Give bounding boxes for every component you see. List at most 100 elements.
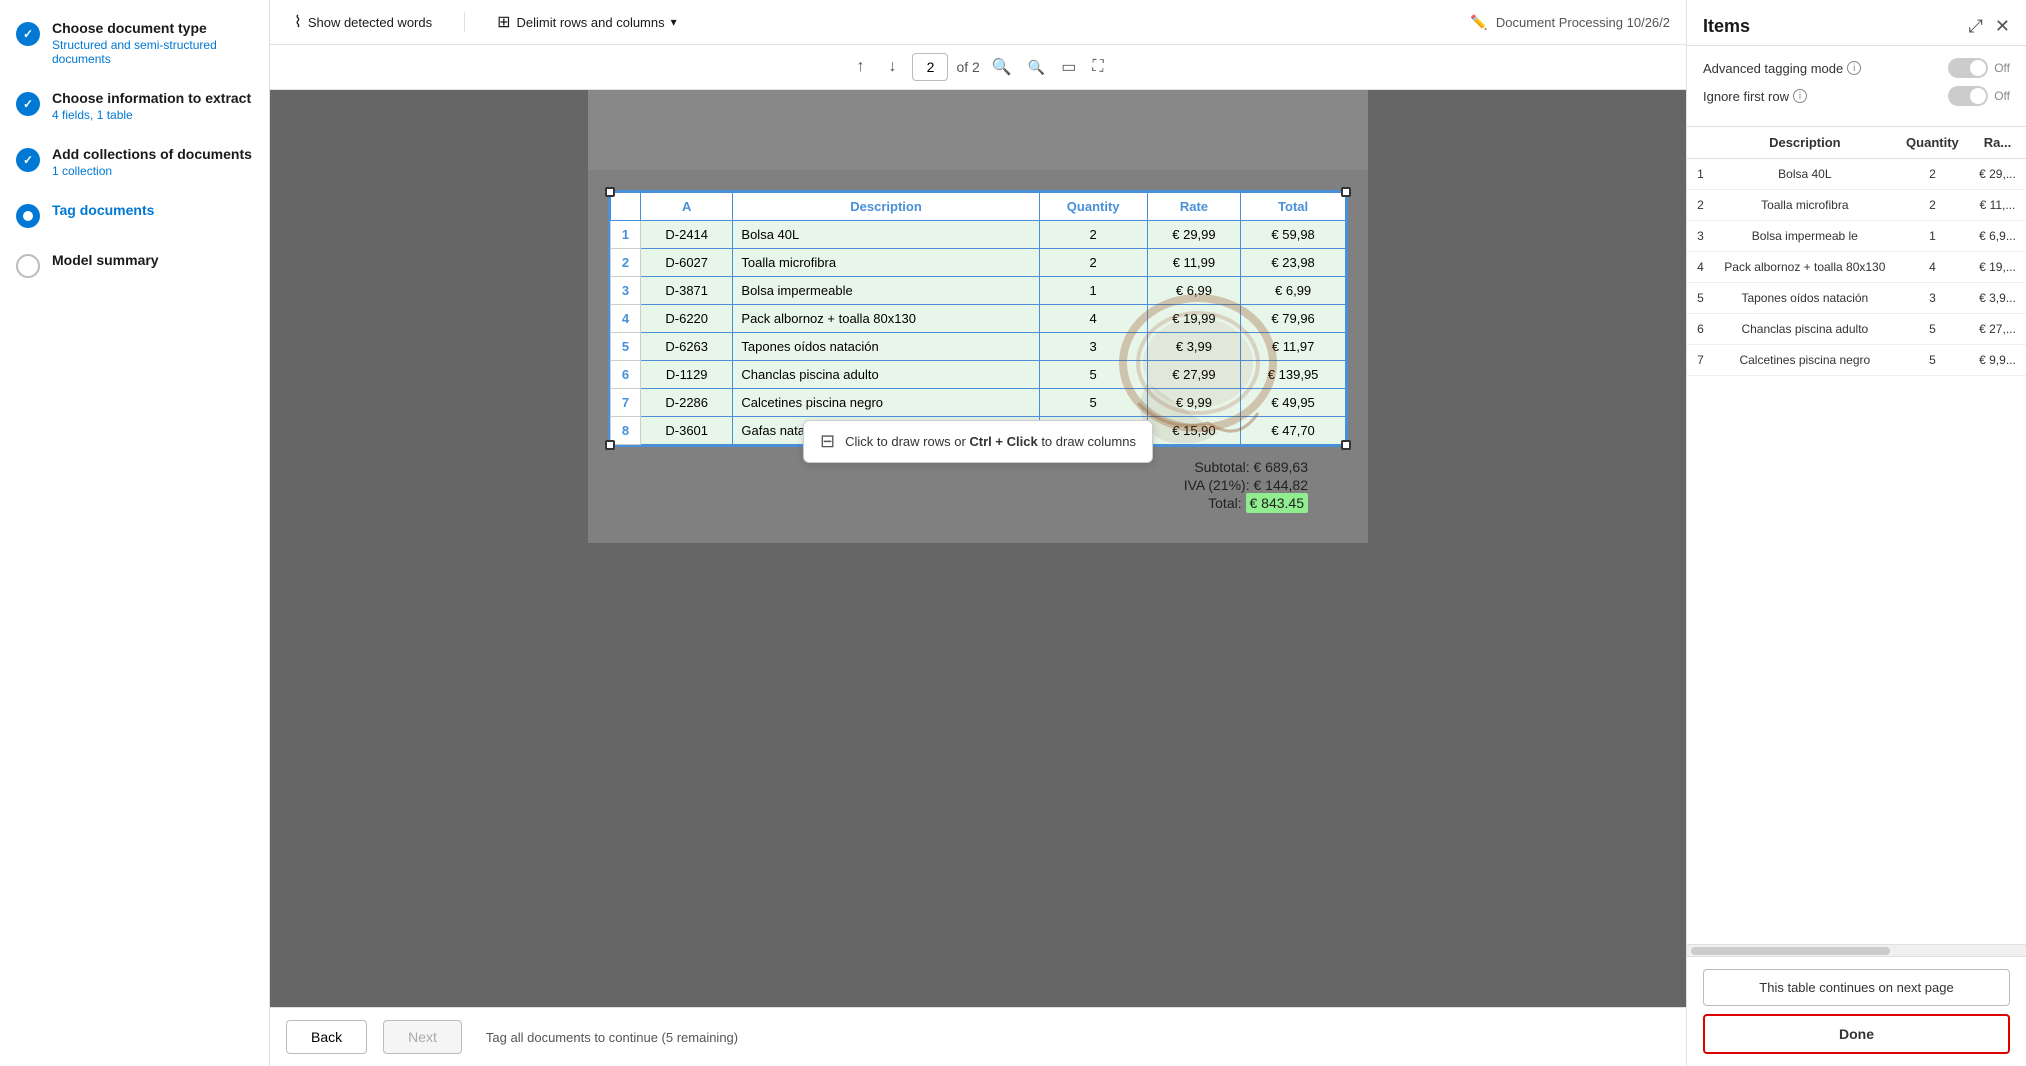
step-1-content: Choose document type Structured and semi…	[52, 20, 253, 66]
table-continues-button[interactable]: This table continues on next page	[1703, 969, 2010, 1006]
cell-total: € 47,70	[1241, 417, 1346, 445]
sidebar-step-2: ✓ Choose information to extract 4 fields…	[16, 90, 253, 122]
item-rate: € 9,9...	[1969, 345, 2026, 376]
toolbar-separator	[464, 12, 465, 32]
bottom-bar: Back Next Tag all documents to continue …	[270, 1007, 1686, 1066]
bottom-info-text: Tag all documents to continue (5 remaini…	[486, 1030, 738, 1045]
cell-qty: 3	[1039, 333, 1147, 361]
zoom-out-button[interactable]: 🔍	[988, 53, 1016, 81]
cell-desc: Pack albornoz + toalla 80x130	[733, 305, 1039, 333]
items-table: Description Quantity Ra... 1 Bolsa 40L 2…	[1687, 127, 2026, 376]
ignore-first-row-value: Off	[1994, 89, 2010, 103]
back-button[interactable]: Back	[286, 1020, 367, 1054]
row-num-cell: 5	[611, 333, 641, 361]
items-table-scrollbar[interactable]	[1687, 944, 2026, 956]
show-words-label: Show detected words	[308, 15, 432, 30]
ignore-first-row-info-icon[interactable]: i	[1793, 89, 1807, 103]
cell-qty: 2	[1039, 221, 1147, 249]
sidebar-step-5: Model summary	[16, 252, 253, 278]
tax-value: € 144,82	[1254, 477, 1309, 493]
zoom-in-button[interactable]: 🔍	[1024, 55, 1049, 80]
sidebar-step-4: Tag documents	[16, 202, 253, 228]
ignore-first-row-toggle[interactable]	[1948, 86, 1988, 106]
cell-desc: Toalla microfibra	[733, 249, 1039, 277]
item-rate: € 11,...	[1969, 190, 2026, 221]
cell-a: D-2286	[641, 389, 733, 417]
col-description: Description	[733, 193, 1039, 221]
list-item: 7 Calcetines piscina negro 5 € 9,9...	[1687, 345, 2026, 376]
advanced-tagging-info-icon[interactable]: i	[1847, 61, 1861, 75]
item-desc: Toalla microfibra	[1714, 190, 1896, 221]
document-area[interactable]: A Description Quantity Rate Total 1 D-24…	[270, 90, 1686, 1007]
resize-handle-tl[interactable]	[605, 187, 615, 197]
cell-total: € 59,98	[1241, 221, 1346, 249]
item-rate: € 29,...	[1969, 159, 2026, 190]
fullscreen-button[interactable]: ⛶	[1088, 54, 1107, 80]
items-table-container[interactable]: Description Quantity Ra... 1 Bolsa 40L 2…	[1687, 127, 2026, 944]
row-num-cell: 2	[611, 249, 641, 277]
cell-rate: € 6,99	[1147, 277, 1241, 305]
tax-label: IVA (21%):	[1184, 477, 1250, 493]
fit-page-button[interactable]: ▭	[1057, 53, 1080, 81]
cell-a: D-6220	[641, 305, 733, 333]
resize-handle-br[interactable]	[1341, 440, 1351, 450]
resize-handle-bl[interactable]	[605, 440, 615, 450]
next-button: Next	[383, 1020, 462, 1054]
step-2-subtitle: 4 fields, 1 table	[52, 108, 251, 122]
delimit-button[interactable]: ⊞ Delimit rows and columns ▾	[489, 8, 685, 36]
cell-total: € 11,97	[1241, 333, 1346, 361]
doc-table-wrapper[interactable]: A Description Quantity Rate Total 1 D-24…	[608, 190, 1348, 447]
col-row-num	[611, 193, 641, 221]
resize-handle-tr[interactable]	[1341, 187, 1351, 197]
item-qty: 2	[1896, 159, 1969, 190]
cell-desc: Bolsa 40L	[733, 221, 1039, 249]
show-words-button[interactable]: ⌇ Show detected words	[286, 8, 440, 36]
doc-header-gray	[588, 90, 1368, 170]
cell-a: D-2414	[641, 221, 733, 249]
col-rate: Rate	[1147, 193, 1241, 221]
table-row: 2 D-6027 Toalla microfibra 2 € 11,99 € 2…	[611, 249, 1346, 277]
total-row: Total: € 843.45	[608, 495, 1308, 511]
sidebar-step-3: ✓ Add collections of documents 1 collect…	[16, 146, 253, 178]
list-item: 4 Pack albornoz + toalla 80x130 4 € 19,.…	[1687, 252, 2026, 283]
cell-a: D-3601	[641, 417, 733, 445]
item-rate: € 19,...	[1969, 252, 2026, 283]
advanced-tagging-toggle[interactable]	[1948, 58, 1988, 78]
list-item: 6 Chanclas piscina adulto 5 € 27,...	[1687, 314, 2026, 345]
item-num: 2	[1687, 190, 1714, 221]
item-num: 5	[1687, 283, 1714, 314]
right-panel: Items ⤢ ✕ Advanced tagging mode i Off Ig…	[1686, 0, 2026, 1066]
items-col-desc: Description	[1714, 127, 1896, 159]
item-desc: Bolsa impermeab le	[1714, 221, 1896, 252]
page-down-button[interactable]: ↓	[880, 54, 904, 80]
item-qty: 1	[1896, 221, 1969, 252]
tax-row: IVA (21%): € 144,82	[608, 477, 1308, 493]
item-qty: 5	[1896, 345, 1969, 376]
items-col-rate: Ra...	[1969, 127, 2026, 159]
step-4-content: Tag documents	[52, 202, 154, 218]
tooltip-text: Click to draw rows or Ctrl + Click to dr…	[845, 434, 1136, 449]
item-num: 7	[1687, 345, 1714, 376]
item-desc: Tapones oídos natación	[1714, 283, 1896, 314]
cell-desc: Chanclas piscina adulto	[733, 361, 1039, 389]
advanced-tagging-value: Off	[1994, 61, 2010, 75]
step-3-content: Add collections of documents 1 collectio…	[52, 146, 252, 178]
row-num-cell: 4	[611, 305, 641, 333]
step-4-title: Tag documents	[52, 202, 154, 218]
step-2-content: Choose information to extract 4 fields, …	[52, 90, 251, 122]
cell-rate: € 3,99	[1147, 333, 1241, 361]
cell-a: D-6027	[641, 249, 733, 277]
subtotal-value: € 689,63	[1254, 459, 1309, 475]
expand-icon[interactable]: ⤢	[1969, 16, 1983, 37]
col-total: Total	[1241, 193, 1346, 221]
cell-rate: € 19,99	[1147, 305, 1241, 333]
step-1-icon: ✓	[16, 22, 40, 46]
scroll-thumb[interactable]	[1691, 947, 1890, 955]
page-navigation: ↑ ↓ of 2 🔍 🔍 ▭ ⛶	[270, 45, 1686, 90]
done-button[interactable]: Done	[1703, 1014, 2010, 1054]
step-5-icon	[16, 254, 40, 278]
page-up-button[interactable]: ↑	[848, 54, 872, 80]
page-number-input[interactable]	[912, 53, 948, 81]
step-2-title: Choose information to extract	[52, 90, 251, 106]
close-icon[interactable]: ✕	[1995, 16, 2010, 37]
